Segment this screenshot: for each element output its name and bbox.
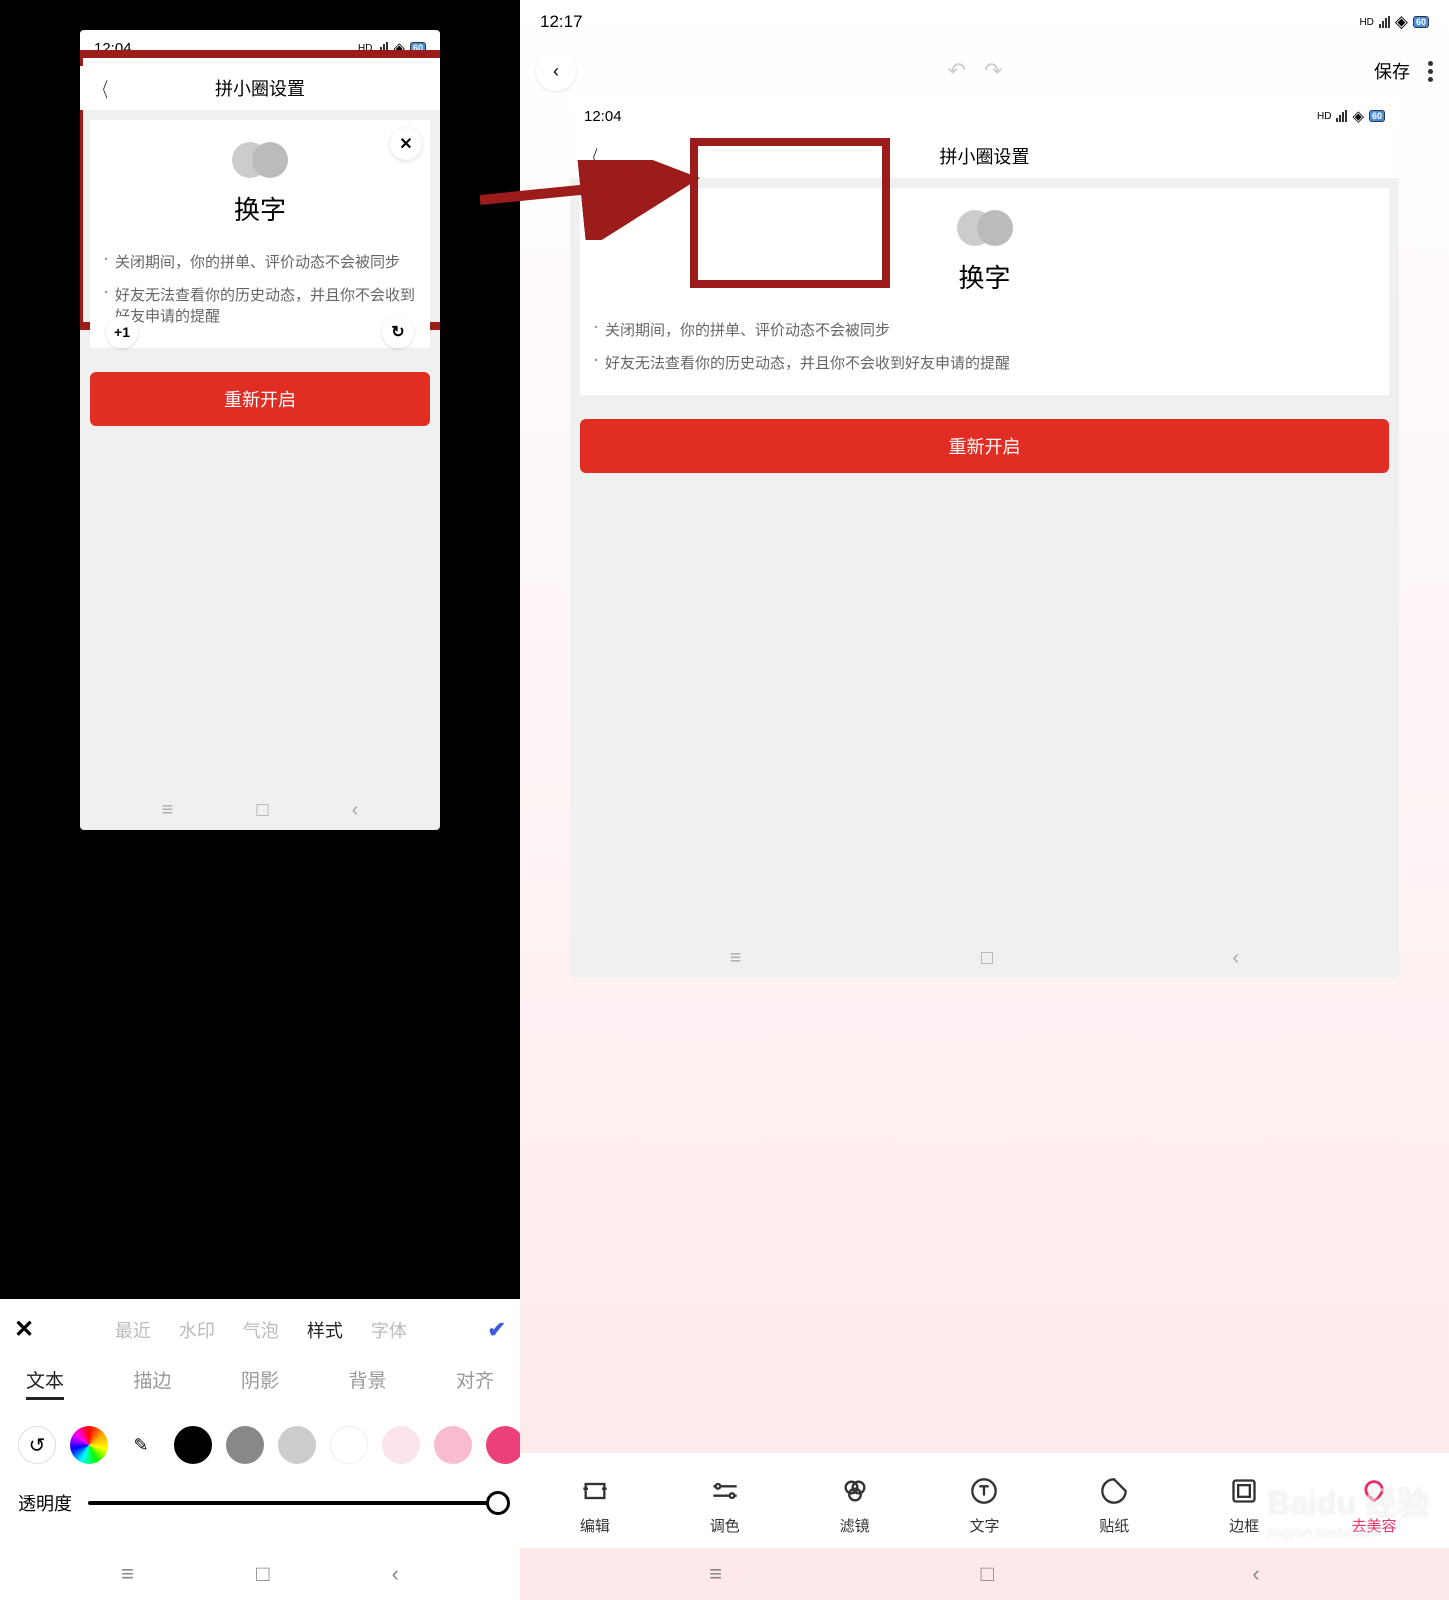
color-black[interactable] <box>174 1426 212 1464</box>
settings-card: ✕ 换字 关闭期间，你的拼单、评价动态不会被同步 好友无法查看你的历史动态，并且… <box>90 120 430 348</box>
subtab-text[interactable]: 文本 <box>26 1366 64 1400</box>
main-tabs: 最近 水印 气泡 样式 字体 <box>115 1317 407 1343</box>
sys-home-icon-r[interactable]: □ <box>981 1561 994 1587</box>
home-icon-r[interactable]: □ <box>981 947 993 970</box>
save-button[interactable]: 保存 <box>1374 58 1410 84</box>
phone-nav-r: ≡ □ ‹ <box>570 938 1399 978</box>
editor-canvas: 12:04 HD ◈ 60 〈 拼小圈设置 ✕ 换字 关闭期间，你的拼单、评价动… <box>0 0 520 1299</box>
system-nav-left: ≡ □ ‹ <box>0 1548 520 1600</box>
settings-card-r: 换字 关闭期间，你的拼单、评价动态不会被同步 好友无法查看你的历史动态，并且你不… <box>580 188 1389 395</box>
tab-watermark[interactable]: 水印 <box>179 1317 215 1343</box>
restart-button[interactable]: 重新开启 <box>90 372 430 426</box>
reset-color-icon[interactable]: ↺ <box>18 1426 56 1464</box>
tool-color[interactable]: 调色 <box>695 1475 755 1536</box>
tune-icon <box>709 1475 741 1507</box>
confirm-button[interactable]: ✔ <box>488 1317 506 1343</box>
back-nav-icon[interactable]: ‹ <box>352 799 359 822</box>
phone-preview-left: 12:04 HD ◈ 60 〈 拼小圈设置 ✕ 换字 关闭期间，你的拼单、评价动… <box>80 30 440 830</box>
color-lightgray[interactable] <box>278 1426 316 1464</box>
status-icons: HD ◈ 60 <box>358 39 426 57</box>
undo-icon[interactable]: ↶ <box>948 58 966 84</box>
opacity-label: 透明度 <box>18 1490 72 1516</box>
back-icon[interactable]: 〈 <box>96 74 108 103</box>
logo-icon-r <box>590 208 1379 248</box>
sys-home-icon[interactable]: □ <box>256 1561 269 1587</box>
phone-preview-right: 12:04 HD◈60 〈 拼小圈设置 换字 关闭期间，你的拼单、评价动态不会被… <box>570 98 1399 978</box>
opacity-control: 透明度 <box>14 1474 506 1540</box>
filter-icon <box>839 1475 871 1507</box>
page-header-r: 〈 拼小圈设置 <box>570 134 1399 178</box>
bottom-toolbar: 编辑 调色 滤镜 文字 贴纸 边框 去美容 <box>520 1453 1449 1548</box>
info-text-2: 好友无法查看你的历史动态，并且你不会收到好友申请的提醒 <box>100 278 420 332</box>
close-button[interactable]: ✕ <box>390 128 422 160</box>
color-white[interactable] <box>330 1426 368 1464</box>
subtab-shadow[interactable]: 阴影 <box>241 1366 279 1400</box>
text-icon <box>968 1475 1000 1507</box>
header-title-r: 拼小圈设置 <box>940 143 1030 169</box>
tool-filter[interactable]: 滤镜 <box>825 1475 885 1536</box>
tool-frame[interactable]: 边框 <box>1214 1475 1274 1536</box>
header-title: 拼小圈设置 <box>215 75 305 101</box>
back-icon-r[interactable]: 〈 <box>586 142 598 171</box>
subtab-stroke[interactable]: 描边 <box>133 1366 171 1400</box>
more-menu-icon[interactable] <box>1428 61 1433 82</box>
refresh-icon[interactable]: ↻ <box>382 316 414 348</box>
logo-icon <box>100 140 420 180</box>
color-pink-light[interactable] <box>382 1426 420 1464</box>
restart-button-r[interactable]: 重新开启 <box>580 419 1389 473</box>
tab-recent[interactable]: 最近 <box>115 1317 151 1343</box>
device-status-bar: 12:17 HD ◈ 60 <box>520 0 1449 44</box>
plus-one-badge[interactable]: +1 <box>106 316 138 348</box>
back-button[interactable]: ‹ <box>536 51 576 91</box>
color-gray[interactable] <box>226 1426 264 1464</box>
frame-icon <box>1228 1475 1260 1507</box>
text-editor-panel: ✕ 最近 水印 气泡 样式 字体 ✔ 文本 描边 阴影 背景 对齐 ↺ ✎ <box>0 1299 520 1548</box>
page-header: 〈 拼小圈设置 <box>80 66 440 110</box>
phone-nav: ≡ □ ‹ <box>80 790 440 830</box>
status-bar-r: 12:04 HD◈60 <box>570 98 1399 134</box>
redo-icon[interactable]: ↷ <box>984 58 1002 84</box>
color-hotpink[interactable] <box>486 1426 524 1464</box>
sticker-icon <box>1098 1475 1130 1507</box>
back-nav-icon-r[interactable]: ‹ <box>1233 947 1240 970</box>
system-nav-right: ≡ □ ‹ <box>520 1548 1449 1600</box>
sys-back-icon[interactable]: ‹ <box>392 1561 399 1587</box>
crop-icon <box>579 1475 611 1507</box>
tab-bubble[interactable]: 气泡 <box>243 1317 279 1343</box>
style-subtabs: 文本 描边 阴影 背景 对齐 <box>14 1356 506 1410</box>
info-text-2-r: 好友无法查看你的历史动态，并且你不会收到好友申请的提醒 <box>590 346 1379 379</box>
color-pink[interactable] <box>434 1426 472 1464</box>
text-overlay-r: 换字 <box>590 258 1379 295</box>
status-time-r: 12:04 <box>584 108 622 125</box>
menu-icon[interactable]: ≡ <box>162 799 174 822</box>
status-time: 12:04 <box>94 40 132 57</box>
subtab-align[interactable]: 对齐 <box>456 1366 494 1400</box>
text-overlay[interactable]: 换字 <box>100 190 420 227</box>
tool-edit[interactable]: 编辑 <box>565 1475 625 1536</box>
tool-beauty[interactable]: 去美容 <box>1344 1475 1404 1536</box>
color-swatches: ↺ ✎ <box>14 1410 506 1474</box>
slider-knob[interactable] <box>486 1491 510 1515</box>
cancel-button[interactable]: ✕ <box>14 1315 34 1344</box>
device-time: 12:17 <box>540 12 583 32</box>
sys-back-icon-r[interactable]: ‹ <box>1252 1561 1259 1587</box>
info-text-1-r: 关闭期间，你的拼单、评价动态不会被同步 <box>590 313 1379 346</box>
color-wheel-icon[interactable] <box>70 1426 108 1464</box>
editor-toolbar: ‹ ↶ ↷ 保存 <box>520 44 1449 98</box>
sys-menu-icon[interactable]: ≡ <box>121 1561 134 1587</box>
info-text-1: 关闭期间，你的拼单、评价动态不会被同步 <box>100 245 420 278</box>
subtab-background[interactable]: 背景 <box>348 1366 386 1400</box>
opacity-slider[interactable] <box>88 1501 502 1505</box>
home-icon[interactable]: □ <box>256 799 268 822</box>
eyedropper-icon[interactable]: ✎ <box>122 1426 160 1464</box>
tab-font[interactable]: 字体 <box>371 1317 407 1343</box>
tool-sticker[interactable]: 贴纸 <box>1084 1475 1144 1536</box>
tool-text[interactable]: 文字 <box>954 1475 1014 1536</box>
status-bar: 12:04 HD ◈ 60 <box>80 30 440 66</box>
preview-canvas: 12:04 HD◈60 〈 拼小圈设置 换字 关闭期间，你的拼单、评价动态不会被… <box>520 98 1449 1453</box>
sys-menu-icon-r[interactable]: ≡ <box>709 1561 722 1587</box>
menu-icon-r[interactable]: ≡ <box>730 947 742 970</box>
tab-style[interactable]: 样式 <box>307 1317 343 1343</box>
beauty-icon <box>1358 1475 1390 1507</box>
